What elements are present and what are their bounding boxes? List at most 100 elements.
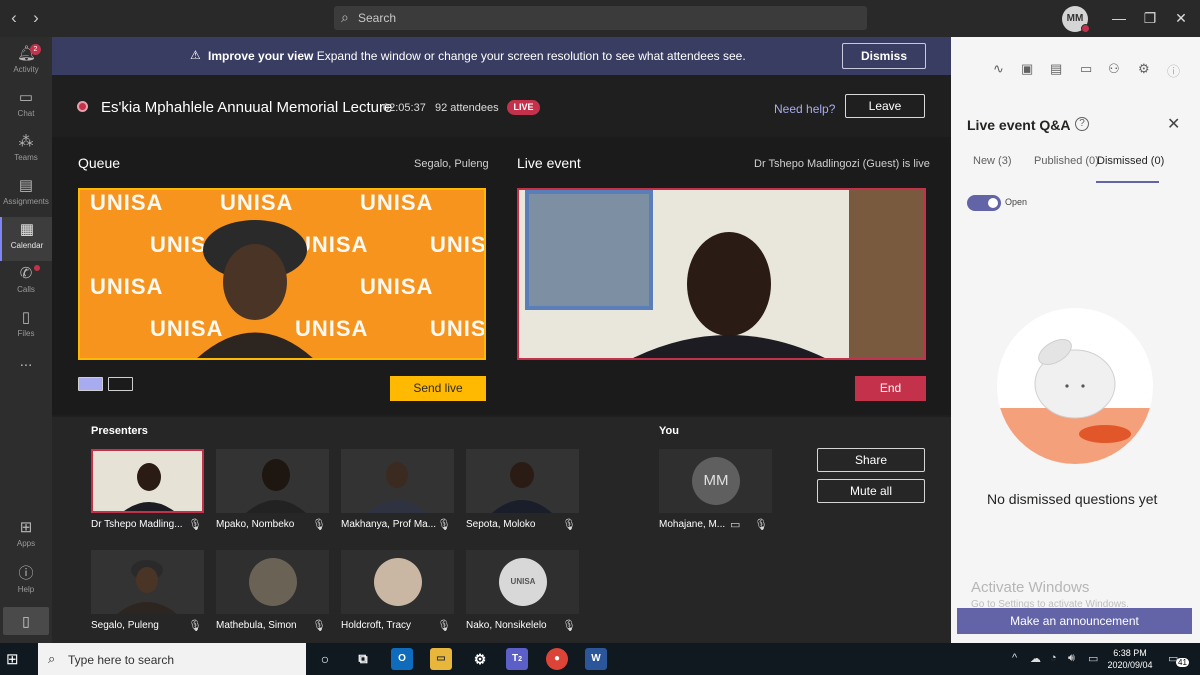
info-icon[interactable]: ⓘ — [1167, 61, 1180, 80]
toggle-label: Open — [1005, 197, 1028, 207]
presenter-tile[interactable] — [91, 449, 204, 513]
restore-icon[interactable]: ❐ — [1139, 8, 1161, 28]
tab-published[interactable]: Published (0) — [1034, 155, 1099, 167]
presenter-name: Segalo, Puleng — [91, 620, 159, 631]
rail-item-apps[interactable]: ⊞ Apps — [0, 515, 52, 559]
queue-presenter: Segalo, Puleng — [414, 158, 489, 170]
rail-item-chat[interactable]: ▭ Chat — [0, 85, 52, 129]
rail-item-activity[interactable]: 🔔︎ 2 Activity — [0, 41, 52, 85]
active-tab-indicator — [1096, 181, 1159, 183]
presenter-tile[interactable] — [341, 449, 454, 513]
recording-icon — [77, 101, 88, 112]
stage-area: Queue Segalo, Puleng Live event Dr Tshep… — [52, 137, 951, 415]
share-button[interactable]: Share — [817, 448, 925, 472]
device-icon[interactable]: ▯ — [3, 607, 49, 635]
unisa-logo-text: UNISA — [360, 190, 434, 215]
rail-item-label: Teams — [14, 153, 38, 162]
mic-muted-icon[interactable]: 🎙︎ — [754, 518, 768, 531]
make-announcement-button[interactable]: Make an announcement — [957, 608, 1192, 634]
health-monitor-icon[interactable]: ∿ — [993, 61, 1004, 77]
rail-item-label: Chat — [17, 109, 35, 118]
rail-item-teams[interactable]: ⁂ Teams — [0, 129, 52, 173]
presenter-tile[interactable] — [91, 550, 204, 614]
task-view-icon[interactable]: ⧉ — [352, 648, 374, 670]
settings-gear-icon[interactable]: ⚙ — [469, 648, 491, 670]
rail-item-assignments[interactable]: ▤ Assignments — [0, 173, 52, 217]
presenters-label: Presenters — [91, 425, 148, 437]
queue-video[interactable]: UNISA UNISA UNISA UNISA UNISA UNISA UNIS… — [78, 188, 486, 360]
need-help-link[interactable]: Need help? — [774, 102, 835, 116]
dismiss-button[interactable]: Dismiss — [842, 43, 926, 69]
volume-icon[interactable]: 🔊︎ — [1068, 652, 1075, 665]
avatar — [249, 558, 297, 606]
chat-icon[interactable]: ▭ — [1080, 61, 1092, 77]
presenter-tile[interactable] — [216, 550, 329, 614]
qa-icon[interactable]: ▣ — [1021, 61, 1033, 77]
windows-start-icon[interactable]: ⊞ — [6, 650, 19, 668]
onedrive-icon[interactable]: ☁ — [1030, 652, 1041, 665]
keyboard-icon[interactable]: ▭ — [1088, 652, 1098, 665]
network-icon[interactable]: ◔ — [1050, 652, 1057, 664]
camera-off-icon[interactable]: ▭ — [730, 518, 740, 531]
taskbar-search-placeholder: Type here to search — [68, 653, 175, 667]
minimize-icon[interactable]: — — [1108, 8, 1130, 28]
teams-app-icon[interactable]: T2 — [506, 648, 528, 670]
rail-item-calls[interactable]: ✆ Calls — [0, 261, 52, 305]
rail-item-help[interactable]: ⓘ Help — [0, 561, 52, 605]
layout-single-button[interactable] — [78, 377, 103, 391]
presenter-name: Holdcroft, Tracy — [341, 620, 412, 631]
settings-gear-icon[interactable]: ⚙ — [1138, 61, 1150, 77]
leave-button[interactable]: Leave — [845, 94, 925, 118]
notifications-count: 41 — [1176, 658, 1189, 667]
mic-muted-icon: 🎙︎ — [437, 519, 451, 531]
live-video[interactable] — [517, 188, 926, 360]
rail-item-files[interactable]: ▯ Files — [0, 305, 52, 349]
word-icon[interactable]: W — [585, 648, 607, 670]
open-toggle[interactable] — [967, 195, 1001, 211]
profile-avatar[interactable]: MM — [1062, 6, 1090, 33]
improve-view-banner: ⚠ Improve your view Expand the window or… — [52, 37, 951, 75]
end-button[interactable]: End — [855, 376, 926, 401]
tab-new[interactable]: New (3) — [973, 155, 1012, 167]
outlook-icon[interactable]: O — [391, 648, 413, 670]
live-badge: LIVE — [507, 100, 540, 115]
elapsed-time: 02:05:37 — [383, 102, 426, 114]
mute-all-button[interactable]: Mute all — [817, 479, 925, 503]
search-input[interactable]: ⌕ Search — [334, 6, 867, 30]
unisa-logo-text: UNISA — [430, 316, 486, 341]
rail-item-more[interactable]: ... — [0, 349, 52, 393]
people-icon[interactable]: ⚇ — [1108, 61, 1120, 77]
presenter-tile[interactable] — [216, 449, 329, 513]
close-window-icon[interactable]: ✕ — [1170, 8, 1192, 28]
rail-item-calendar[interactable]: ▦ Calendar — [0, 217, 52, 261]
close-icon[interactable]: ✕ — [1167, 114, 1180, 134]
help-icon[interactable]: ? — [1075, 117, 1089, 131]
live-event-status: Dr Tshepo Madlingozi (Guest) is live — [754, 158, 930, 170]
chevron-up-icon[interactable]: ^ — [1012, 652, 1017, 664]
cortana-icon[interactable]: ○ — [314, 648, 336, 670]
rail-item-label: Apps — [16, 539, 36, 548]
chrome-icon[interactable]: ● — [546, 648, 568, 670]
presenter-tile[interactable] — [341, 550, 454, 614]
search-icon: ⌕ — [341, 9, 349, 25]
rail-item-label: Calendar — [10, 241, 44, 250]
clock-time: 6:38 PM — [1113, 648, 1147, 658]
self-tile[interactable]: MM — [659, 449, 772, 513]
presenter-tile[interactable]: UNISA — [466, 550, 579, 614]
forward-arrow-icon[interactable]: › — [28, 9, 44, 27]
back-arrow-icon[interactable]: ‹ — [6, 9, 22, 27]
presenter-name: Nako, Nonsikelelo — [466, 620, 547, 631]
presenter-tile[interactable] — [466, 449, 579, 513]
empty-jar-illustration — [997, 308, 1153, 464]
notes-icon[interactable]: ▤ — [1050, 61, 1062, 77]
taskbar-clock[interactable]: 6:38 PM 2020/09/04 — [1106, 647, 1154, 671]
presenters-panel: Presenters You Dr Tshepo Madling... 🎙︎ M… — [52, 417, 951, 643]
file-explorer-icon[interactable]: ▭ — [430, 648, 452, 670]
presenter-silhouette — [367, 462, 427, 513]
banner-bold: Improve your view — [208, 49, 314, 63]
layout-split-button[interactable] — [108, 377, 133, 391]
rail-item-label: Assignments — [3, 197, 49, 206]
tab-dismissed[interactable]: Dismissed (0) — [1097, 155, 1164, 167]
taskbar-search-input[interactable]: ⌕ Type here to search — [38, 643, 306, 675]
send-live-button[interactable]: Send live — [390, 376, 486, 401]
